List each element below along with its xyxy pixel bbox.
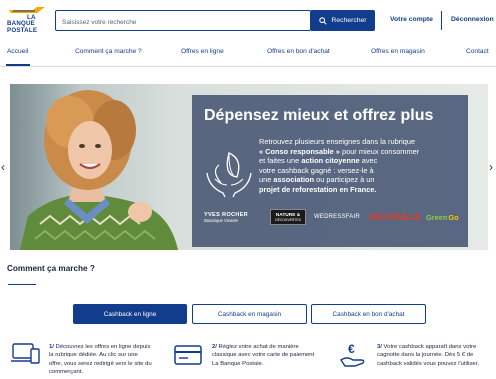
banner-line-2-bold: « Conso responsable »	[259, 146, 340, 156]
promo-banner[interactable]: Dépensez mieux et offrez plus Retrouvez …	[10, 84, 488, 250]
section-underline	[8, 284, 36, 285]
banner-line-5: une association ou participez à un	[259, 175, 459, 185]
step-3-line-3: cashback validés vous pouvez l'utiliser.	[377, 360, 479, 367]
nav-divider	[0, 66, 496, 67]
brand-yves-rocher: YVES ROCHER Botanique Vivante	[204, 209, 266, 225]
tab-cashback-en-ligne[interactable]: Cashback en ligne	[73, 304, 187, 324]
hands-leaf-icon	[206, 152, 252, 198]
banner-line-6: projet de reforestation en France.	[259, 185, 459, 195]
svg-text:€: €	[348, 342, 355, 356]
step-2-text: 2/ Réglez votre achat de manière classiq…	[212, 343, 314, 368]
step-2-line-2: classique avec votre carte de paiement	[212, 352, 315, 359]
step-3-line-2: cagnotte dans la journée. Dès 5 € de	[377, 352, 474, 359]
step-1-text: 1/ Découvrez les offres en ligne depuis …	[49, 343, 152, 376]
search-button-label: Rechercher	[331, 17, 367, 24]
search-box	[55, 10, 311, 32]
banner-title: Dépensez mieux et offrez plus	[204, 107, 434, 124]
carousel-prev-arrow[interactable]: ‹	[1, 160, 5, 174]
nav-item-contact[interactable]: Contact	[466, 48, 489, 55]
banner-line-3-end: avec	[359, 156, 378, 166]
banner-line-6-bold: projet de reforestation en France.	[259, 184, 377, 194]
step-1-line-1: Découvrez les offres en ligne depuis	[53, 344, 151, 350]
brand-naturalia: NATURALIA	[369, 212, 421, 222]
step-1-line-3: offre, vous serez redirigé vers le site …	[49, 360, 152, 367]
banner-description: Retrouvez plusieurs enseignes dans la ru…	[259, 137, 459, 195]
step-1-line-2: la rubrique dédiée. Au clic sur une	[49, 352, 138, 359]
devices-icon	[11, 343, 40, 364]
brand-greengo-name: Green	[426, 212, 448, 222]
banner-line-5-bold: association	[273, 175, 315, 185]
card-icon	[174, 345, 202, 365]
nav-item-accueil[interactable]: Accueil	[7, 48, 28, 55]
header-divider	[441, 11, 442, 30]
brand-logos: YVES ROCHER Botanique Vivante NATURE & D…	[204, 209, 466, 225]
tab-cashback-bon-achat[interactable]: Cashback en bon d'achat	[311, 304, 426, 324]
header: LA BANQUE POSTALE Rechercher Votre compt…	[0, 0, 496, 40]
banner-line-3: et faites une action citoyenne avec	[259, 156, 459, 166]
nav-item-offres-bon-achat[interactable]: Offres en bon d'achat	[267, 48, 330, 55]
main-nav: Accueil Comment ça marche ? Offres en li…	[0, 44, 496, 66]
search-icon	[319, 16, 327, 25]
step-2-line-1: Réglez votre achat de manière	[216, 344, 299, 350]
account-link[interactable]: Votre compte	[390, 16, 433, 23]
brand-greengo-go: Go	[448, 212, 459, 222]
step-1-line-4: commerçant.	[49, 368, 84, 375]
brand-nature-decouvertes: NATURE & DÉCOUVERTES	[270, 209, 306, 225]
promo-panel: Dépensez mieux et offrez plus Retrouvez …	[192, 95, 468, 247]
logo-text: LA BANQUE POSTALE	[7, 14, 38, 34]
banner-line-5-start: une	[259, 175, 274, 185]
nav-item-offres-en-magasin[interactable]: Offres en magasin	[371, 48, 425, 55]
brand-greengo: Green Go	[426, 209, 468, 225]
step-3-text: 3/ Votre cashback apparaît dans votre ca…	[377, 343, 479, 368]
banner-line-5-end: ou participez à un	[314, 175, 375, 185]
search-button[interactable]: Rechercher	[311, 10, 375, 31]
banner-line-4: votre cashback gagné : versez-le à	[259, 165, 374, 175]
logo-line-3: POSTALE	[7, 26, 38, 34]
banner-line-2-rest: pour mieux consommer	[339, 146, 420, 156]
banner-line-3-bold: action citoyenne	[301, 156, 360, 166]
banner-line-3-start: et faites une	[259, 156, 302, 166]
brand-nature-sub: DÉCOUVERTES	[275, 217, 301, 222]
logout-link[interactable]: Déconnexion	[451, 16, 494, 23]
banner-line-2: « Conso responsable » pour mieux consomm…	[259, 147, 459, 157]
la-banque-postale-logo[interactable]: LA BANQUE POSTALE	[7, 6, 45, 34]
brand-yves-rocher-tagline: Botanique Vivante	[204, 217, 238, 223]
step-2-line-3: La Banque Postale.	[212, 360, 264, 367]
nav-item-offres-en-ligne[interactable]: Offres en ligne	[181, 48, 224, 55]
section-title: Comment ça marche ?	[7, 264, 95, 273]
banner-line-1: Retrouvez plusieurs enseignes dans la ru…	[259, 137, 416, 146]
carousel-next-arrow[interactable]: ›	[489, 160, 493, 174]
tab-cashback-en-magasin[interactable]: Cashback en magasin	[192, 304, 307, 324]
brand-wedressfair: WEDRESSFAIR	[314, 214, 360, 220]
euro-hand-icon: €	[340, 342, 365, 367]
step-3-line-1: Votre cashback apparaît dans votre	[381, 344, 477, 350]
search-input[interactable]	[56, 13, 310, 32]
nav-item-comment-ca-marche[interactable]: Comment ça marche ?	[75, 48, 142, 55]
